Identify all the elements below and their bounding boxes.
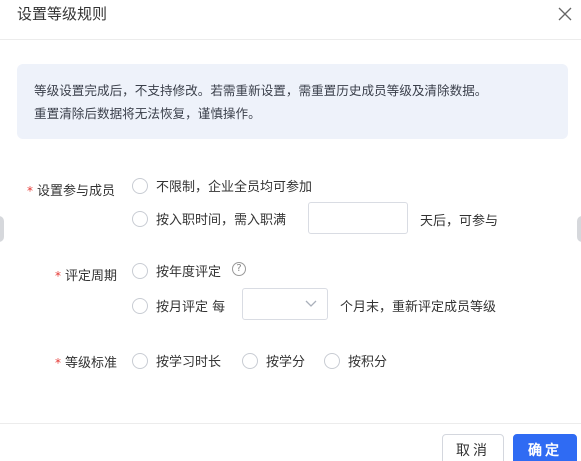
radio-members-unlimited[interactable]: 不限制，企业全员均可参加 bbox=[132, 176, 312, 195]
left-edge-handle bbox=[0, 216, 4, 242]
dialog-title: 设置等级规则 bbox=[17, 5, 108, 23]
members-label-text: 设置参与成员 bbox=[37, 184, 116, 199]
question-help-icon[interactable]: ? bbox=[232, 262, 246, 276]
cycle-label-text: 评定周期 bbox=[65, 269, 118, 284]
warning-notice: 等级设置完成后，不支持修改。若需重新设置，需重置历史成员等级及清除数据。 重置清… bbox=[17, 64, 568, 139]
cycle-label: * 评定周期 bbox=[55, 265, 117, 284]
cancel-button[interactable]: 取消 bbox=[442, 434, 504, 461]
close-button[interactable] bbox=[554, 3, 576, 25]
chevron-down-icon bbox=[305, 300, 317, 307]
right-edge-handle bbox=[577, 216, 581, 242]
notice-line-2: 重置清除后数据将无法恢复，谨慎操作。 bbox=[34, 106, 261, 121]
radio-label: 按学习时长 bbox=[156, 355, 222, 370]
radio-cycle-yearly[interactable]: 按年度评定 bbox=[132, 261, 221, 280]
required-mark: * bbox=[55, 269, 61, 283]
radio-label: 按入职时间，需入职满 bbox=[156, 213, 287, 228]
radio-standard-credits[interactable]: 按学分 bbox=[242, 351, 305, 370]
radio-members-tenure[interactable]: 按入职时间，需入职满 bbox=[132, 209, 286, 228]
radio-standard-points[interactable]: 按积分 bbox=[324, 351, 387, 370]
tenure-suffix: 天后，可参与 bbox=[420, 214, 499, 229]
close-icon bbox=[558, 7, 572, 21]
radio-label: 不限制，企业全员均可参加 bbox=[156, 180, 313, 195]
dialog-header: 设置等级规则 bbox=[0, 0, 581, 40]
month-count-select[interactable] bbox=[242, 288, 328, 320]
radio-circle[interactable] bbox=[242, 352, 258, 369]
notice-line-1: 等级设置完成后，不支持修改。若需重新设置，需重置历史成员等级及清除数据。 bbox=[34, 83, 488, 98]
radio-circle[interactable] bbox=[132, 210, 148, 227]
required-mark: * bbox=[55, 356, 61, 370]
radio-label: 按年度评定 bbox=[156, 265, 222, 280]
required-mark: * bbox=[27, 184, 33, 198]
tenure-days-input[interactable] bbox=[308, 202, 408, 234]
radio-label: 按积分 bbox=[348, 355, 388, 370]
radio-circle[interactable] bbox=[132, 352, 148, 369]
radio-standard-duration[interactable]: 按学习时长 bbox=[132, 351, 221, 370]
level-rules-dialog: 设置等级规则 等级设置完成后，不支持修改。若需重新设置，需重置历史成员等级及清除… bbox=[0, 0, 581, 461]
radio-circle[interactable] bbox=[132, 297, 148, 314]
radio-circle[interactable] bbox=[132, 262, 148, 279]
standard-label: * 等级标准 bbox=[55, 352, 117, 371]
members-label: * 设置参与成员 bbox=[27, 180, 115, 199]
radio-cycle-monthly[interactable]: 按月评定 每 bbox=[132, 296, 225, 315]
confirm-button[interactable]: 确定 bbox=[513, 434, 577, 461]
monthly-suffix: 个月末，重新评定成员等级 bbox=[340, 300, 497, 315]
radio-circle[interactable] bbox=[324, 352, 340, 369]
standard-label-text: 等级标准 bbox=[65, 356, 118, 371]
radio-label: 按学分 bbox=[266, 355, 306, 370]
radio-circle[interactable] bbox=[132, 177, 148, 194]
radio-label: 按月评定 每 bbox=[156, 300, 226, 315]
